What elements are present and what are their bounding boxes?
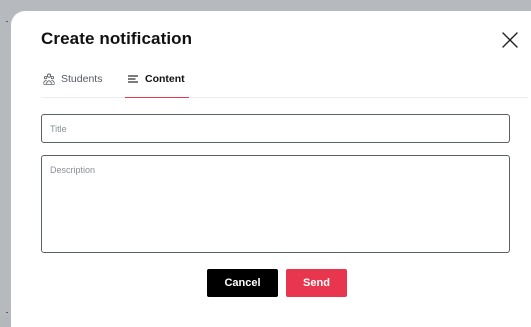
backdrop-mark xyxy=(6,312,8,313)
tab-bar: Students Content xyxy=(41,73,528,98)
send-button[interactable]: Send xyxy=(286,269,347,297)
list-icon xyxy=(128,75,138,83)
tab-content[interactable]: Content xyxy=(125,73,189,98)
close-icon[interactable] xyxy=(501,31,519,49)
cancel-button[interactable]: Cancel xyxy=(207,269,278,297)
tab-students-label: Students xyxy=(61,73,103,85)
tab-content-label: Content xyxy=(145,73,185,85)
dialog-title: Create notification xyxy=(41,29,193,48)
title-input[interactable] xyxy=(41,114,510,143)
create-notification-dialog: Create notification Students Content Tit… xyxy=(11,11,531,327)
backdrop-mark xyxy=(6,21,8,22)
description-textarea[interactable] xyxy=(41,155,510,253)
tab-students[interactable]: Students xyxy=(43,73,102,97)
students-icon xyxy=(43,73,55,85)
